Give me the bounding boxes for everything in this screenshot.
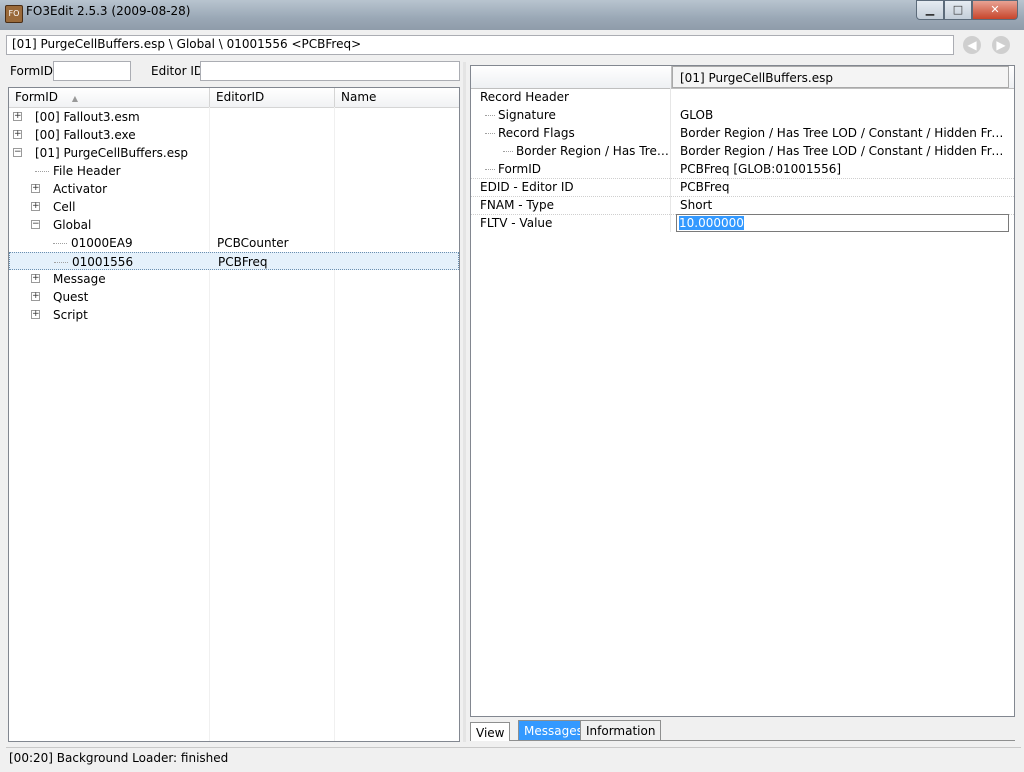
tree-row-label: [01] PurgeCellBuffers.esp xyxy=(35,146,188,160)
tree-row-label: Global xyxy=(53,218,92,232)
sort-ascending-icon: ▲ xyxy=(71,94,78,103)
record-row-fnam[interactable]: FNAM - Type Short xyxy=(471,196,1014,215)
record-field-value: Short xyxy=(680,198,713,212)
value-edit-field[interactable]: 10.000000 xyxy=(676,214,1009,232)
expand-icon[interactable]: + xyxy=(31,184,40,193)
record-row-edid[interactable]: EDID - Editor ID PCBFreq xyxy=(471,178,1014,197)
tree-row-label: Cell xyxy=(53,200,76,214)
tree-row-quest[interactable]: + Quest xyxy=(9,288,459,306)
tree-row-activator[interactable]: + Activator xyxy=(9,180,459,198)
tree-row-fallout3-esm[interactable]: + [00] Fallout3.esm xyxy=(9,108,459,126)
column-header-name[interactable]: Name xyxy=(335,88,459,107)
tree-row-script[interactable]: + Script xyxy=(9,306,459,324)
column-header-plugin[interactable]: [01] PurgeCellBuffers.esp xyxy=(672,66,1009,88)
record-view-header: [01] PurgeCellBuffers.esp xyxy=(471,66,1014,89)
record-field-name: Border Region / Has Tree L... xyxy=(471,142,671,160)
window-title: FO3Edit 2.5.3 (2009-08-28) xyxy=(26,4,191,18)
record-row-signature[interactable]: Signature GLOB xyxy=(471,106,1014,124)
tree-row-label: Activator xyxy=(53,182,108,196)
tree-row-label: [00] Fallout3.exe xyxy=(35,128,136,142)
editorid-filter-label: Editor ID xyxy=(151,64,204,78)
fo3edit-app-icon[interactable]: FO xyxy=(5,5,23,23)
record-path-field[interactable]: [01] PurgeCellBuffers.esp \ Global \ 010… xyxy=(6,35,954,55)
record-field-value: Border Region / Has Tree LOD / Constant … xyxy=(680,144,1010,158)
app-window: FO FO3Edit 2.5.3 (2009-08-28) ▁ □ ✕ [01]… xyxy=(0,0,1024,772)
column-header-formid[interactable]: FormID ▲ xyxy=(9,88,210,107)
forward-arrow-icon[interactable]: ▶ xyxy=(992,36,1010,54)
expand-icon[interactable]: + xyxy=(31,310,40,319)
selected-value-text: 10.000000 xyxy=(679,216,744,230)
record-row-flag-detail[interactable]: Border Region / Has Tree L... Border Reg… xyxy=(471,142,1014,160)
tree-row-01001556[interactable]: 01001556 PCBFreq xyxy=(9,252,459,270)
minimize-button[interactable]: ▁ xyxy=(916,0,944,20)
expand-icon[interactable]: + xyxy=(31,202,40,211)
tree-row-purgecellbuffers-esp[interactable]: − [01] PurgeCellBuffers.esp xyxy=(9,144,459,162)
tree-row-file-header[interactable]: File Header xyxy=(9,162,459,180)
tree-row-label: Quest xyxy=(53,290,89,304)
tree-row-label: [00] Fallout3.esm xyxy=(35,110,140,124)
close-button[interactable]: ✕ xyxy=(972,0,1018,20)
status-bar: [00:20] Background Loader: finished xyxy=(6,747,1021,768)
tree-row-label: 01000EA9 xyxy=(71,236,133,250)
column-header-editorid[interactable]: EditorID xyxy=(210,88,335,107)
record-field-value: Border Region / Has Tree LOD / Constant … xyxy=(680,126,1010,140)
expand-icon[interactable]: + xyxy=(31,292,40,301)
tree-row-01000ea9[interactable]: 01000EA9 PCBCounter xyxy=(9,234,459,252)
tree-row-global[interactable]: − Global xyxy=(9,216,459,234)
record-row-formid[interactable]: FormID PCBFreq [GLOB:01001556] xyxy=(471,160,1014,179)
tree-row-editorid: PCBFreq xyxy=(218,255,268,269)
record-row-header[interactable]: Record Header xyxy=(471,88,1014,106)
record-field-name: FormID xyxy=(471,160,671,178)
editorid-filter-input[interactable] xyxy=(200,61,460,81)
tree-connector xyxy=(35,171,49,172)
record-field-name: Record Header xyxy=(471,88,671,106)
window-controls: ▁ □ ✕ xyxy=(916,0,1018,20)
record-field-value: PCBFreq xyxy=(680,180,730,194)
record-tree[interactable]: FormID ▲ EditorID Name + [00] Fallout3.e… xyxy=(8,87,460,742)
tree-header: FormID ▲ EditorID Name xyxy=(9,88,459,108)
record-field-name: FLTV - Value xyxy=(471,214,671,232)
back-arrow-icon[interactable]: ◀ xyxy=(963,36,981,54)
tab-information[interactable]: Information xyxy=(580,720,662,740)
title-bar[interactable]: FO FO3Edit 2.5.3 (2009-08-28) ▁ □ ✕ xyxy=(0,0,1024,30)
tree-row-editorid: PCBCounter xyxy=(217,236,289,250)
record-view-header-blank xyxy=(471,66,672,88)
tab-view[interactable]: View xyxy=(470,722,511,741)
panel-splitter[interactable] xyxy=(463,62,466,742)
tree-row-fallout3-exe[interactable]: + [00] Fallout3.exe xyxy=(9,126,459,144)
tree-row-label: Message xyxy=(53,272,106,286)
maximize-button[interactable]: □ xyxy=(944,0,972,20)
tree-row-cell[interactable]: + Cell xyxy=(9,198,459,216)
formid-filter-input[interactable] xyxy=(53,61,131,81)
expand-icon[interactable]: + xyxy=(13,112,22,121)
record-field-name: Record Flags xyxy=(471,124,671,142)
collapse-icon[interactable]: − xyxy=(13,148,22,157)
expand-icon[interactable]: + xyxy=(13,130,22,139)
record-view[interactable]: [01] PurgeCellBuffers.esp Record Header … xyxy=(470,65,1015,717)
record-field-name: Signature xyxy=(471,106,671,124)
record-field-value: PCBFreq [GLOB:01001556] xyxy=(680,162,842,176)
tree-connector xyxy=(54,262,68,263)
expand-icon[interactable]: + xyxy=(31,274,40,283)
collapse-icon[interactable]: − xyxy=(31,220,40,229)
tree-row-label: Script xyxy=(53,308,88,322)
record-field-value: GLOB xyxy=(680,108,714,122)
tree-row-message[interactable]: + Message xyxy=(9,270,459,288)
formid-filter-label: FormID xyxy=(10,64,54,78)
record-row-flags[interactable]: Record Flags Border Region / Has Tree LO… xyxy=(471,124,1014,142)
record-field-name: FNAM - Type xyxy=(471,196,671,214)
tab-messages[interactable]: Messages xyxy=(518,720,589,740)
tree-row-label: 01001556 xyxy=(72,255,134,269)
tree-row-label: File Header xyxy=(53,164,121,178)
record-field-name: EDID - Editor ID xyxy=(471,178,671,196)
tree-connector xyxy=(53,243,67,244)
